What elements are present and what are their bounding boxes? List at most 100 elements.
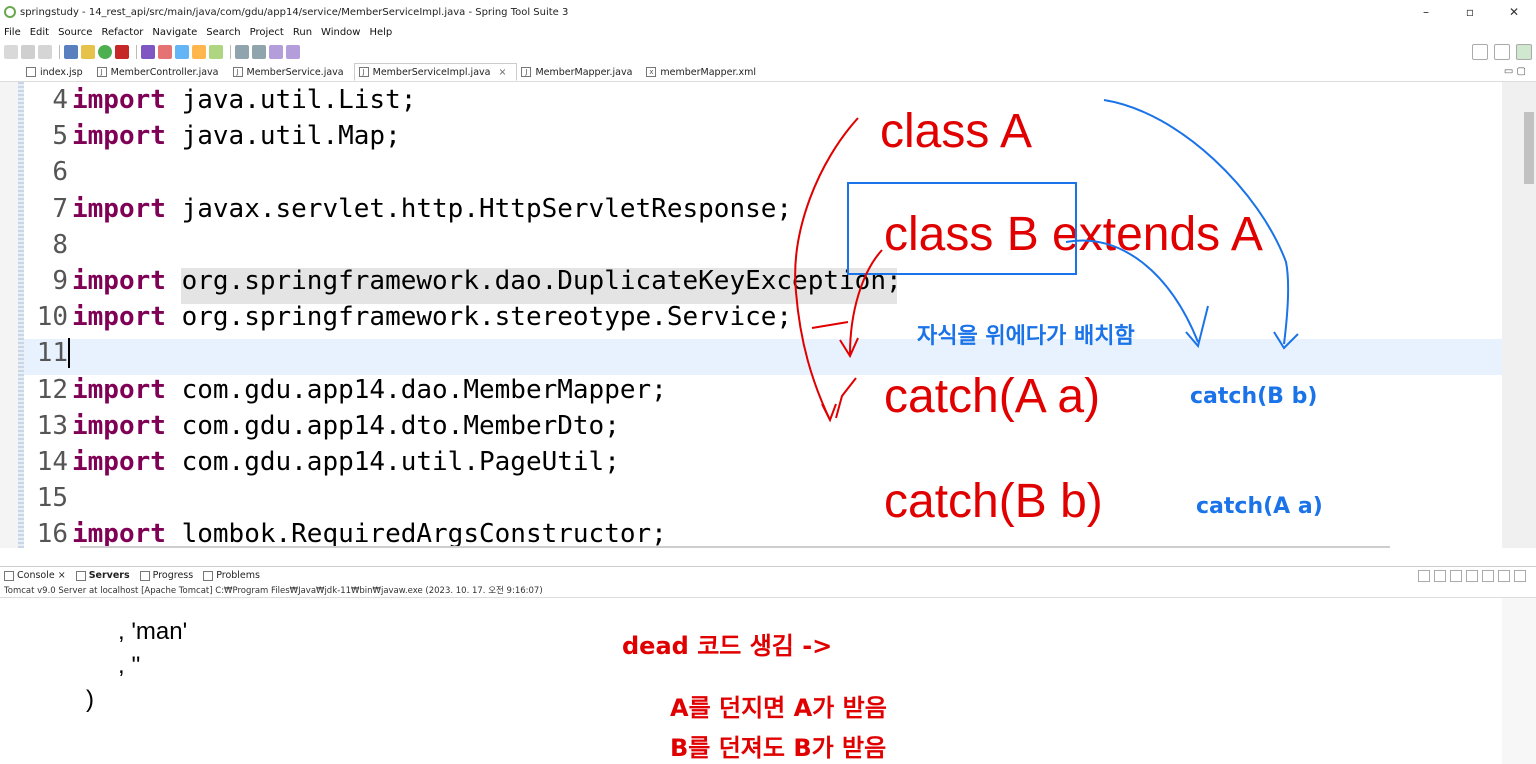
forward-icon[interactable]	[286, 45, 300, 59]
menu-run[interactable]: Run	[293, 27, 312, 38]
new-java-project-icon[interactable]	[141, 45, 155, 59]
tab-member-service-impl[interactable]: J MemberServiceImpl.java ×	[353, 63, 518, 81]
stop-icon[interactable]	[115, 45, 129, 59]
editor-vertical-scrollbar[interactable]	[1502, 82, 1536, 548]
red-arrowhead	[839, 337, 859, 359]
menu-file[interactable]: File	[4, 27, 21, 38]
remove-launch-icon[interactable]	[1434, 570, 1446, 582]
annotation-throw-b: B를 던져도 B가 받음	[670, 734, 887, 762]
tab-label: Console	[17, 570, 55, 581]
menu-edit[interactable]: Edit	[30, 27, 49, 38]
close-tab-icon[interactable]: ×	[498, 67, 506, 78]
blue-arrow-class-a-to-catch-a	[1103, 99, 1290, 345]
new-package-icon[interactable]	[158, 45, 172, 59]
window-title: springstudy - 14_rest_api/src/main/java/…	[20, 6, 569, 18]
next-annotation-icon[interactable]	[235, 45, 249, 59]
toolbar-separator	[59, 45, 60, 59]
tab-index-jsp[interactable]: index.jsp	[22, 63, 93, 81]
editor-tab-bar: index.jsp J MemberController.java J Memb…	[0, 63, 1536, 82]
editor-minimize-maximize[interactable]: ▭ ▢	[1504, 66, 1526, 77]
jsp-file-icon	[26, 67, 36, 77]
red-arrowhead	[821, 403, 837, 423]
minimize-button[interactable]: –	[1404, 0, 1448, 24]
console-line: )	[86, 686, 94, 713]
debug-icon[interactable]	[81, 45, 95, 59]
close-button[interactable]: ✕	[1492, 0, 1536, 24]
red-stroke	[835, 377, 857, 419]
scroll-lock-icon[interactable]	[1466, 570, 1478, 582]
tab-member-mapper-xml[interactable]: x memberMapper.xml	[642, 63, 766, 81]
blue-highlight-box	[847, 182, 1077, 275]
close-tab-icon[interactable]: ×	[58, 570, 66, 581]
blue-arrow-class-b-to-catch-b	[1065, 239, 1199, 343]
red-arrow-class-b	[849, 249, 883, 355]
open-type-icon[interactable]	[192, 45, 206, 59]
java-file-icon: J	[521, 67, 532, 77]
progress-icon	[139, 570, 150, 581]
back-icon[interactable]	[269, 45, 283, 59]
title-bar: springstudy - 14_rest_api/src/main/java/…	[0, 0, 1536, 24]
tab-member-controller[interactable]: J MemberController.java	[93, 63, 229, 81]
menu-project[interactable]: Project	[250, 27, 284, 38]
search-icon[interactable]	[209, 45, 223, 59]
toolbar-separator	[136, 45, 137, 59]
tab-label: MemberService.java	[246, 66, 344, 78]
spring-perspective-icon[interactable]	[1516, 44, 1532, 60]
toolbar-separator	[230, 45, 231, 59]
tab-member-service[interactable]: J MemberService.java	[229, 63, 354, 81]
drawing-overlay	[794, 99, 1299, 423]
open-perspective-icon[interactable]	[1494, 44, 1510, 60]
menu-source[interactable]: Source	[58, 27, 92, 38]
tab-servers[interactable]: Servers	[75, 570, 130, 581]
save-all-icon[interactable]	[38, 45, 52, 59]
console-vertical-scrollbar[interactable]	[1502, 598, 1536, 764]
save-icon[interactable]	[21, 45, 35, 59]
tab-label: Progress	[152, 570, 194, 581]
problems-icon	[203, 570, 214, 581]
menu-help[interactable]: Help	[369, 27, 392, 38]
console-line: , ''	[118, 652, 141, 679]
search-icon[interactable]	[1472, 44, 1488, 60]
console-process-label: Tomcat v9.0 Server at localhost [Apache …	[0, 584, 1536, 598]
tab-member-mapper[interactable]: J MemberMapper.java	[517, 63, 642, 81]
scroll-thumb[interactable]	[1524, 112, 1534, 184]
clear-console-icon[interactable]	[1450, 570, 1462, 582]
tab-label: memberMapper.xml	[660, 66, 757, 78]
java-file-icon: J	[232, 67, 243, 77]
main-toolbar	[0, 40, 1536, 64]
spring-tool-suite-window: springstudy - 14_rest_api/src/main/java/…	[0, 0, 1536, 764]
perspective-switcher	[1472, 44, 1532, 60]
new-icon[interactable]	[4, 45, 18, 59]
view-menu-icon[interactable]	[1514, 570, 1526, 582]
sts-logo-icon	[4, 6, 16, 18]
tab-label: Servers	[88, 570, 130, 581]
java-file-icon: J	[96, 67, 107, 77]
terminate-icon[interactable]	[1418, 570, 1430, 582]
code-editor[interactable]: 4 import java.util.List; 5 import java.util…	[0, 82, 1536, 548]
previous-annotation-icon[interactable]	[252, 45, 266, 59]
editor-horizontal-scrollbar[interactable]	[80, 546, 1390, 548]
tab-label: MemberServiceImpl.java	[372, 66, 491, 78]
window-controls: – ▫ ✕	[1404, 0, 1536, 24]
new-class-icon[interactable]	[175, 45, 189, 59]
menu-navigate[interactable]: Navigate	[152, 27, 197, 38]
menu-window[interactable]: Window	[321, 27, 360, 38]
tab-progress[interactable]: Progress	[139, 570, 194, 581]
annotation-throw-a: A를 던지면 A가 받음	[670, 694, 887, 722]
console-icon[interactable]	[64, 45, 78, 59]
console-icon	[4, 570, 14, 581]
console-line: , 'man'	[118, 618, 188, 645]
display-console-icon[interactable]	[1498, 570, 1510, 582]
annotation-dead-code: dead 코드 생김 ->	[622, 632, 833, 660]
tab-console[interactable]: Console ×	[4, 570, 66, 581]
pin-console-icon[interactable]	[1482, 570, 1494, 582]
maximize-button[interactable]: ▫	[1448, 0, 1492, 24]
menu-refactor[interactable]: Refactor	[101, 27, 143, 38]
tab-problems[interactable]: Problems	[203, 570, 260, 581]
console-output[interactable]: , 'man' , '' ) dead 코드 생김 -> A를 던지면 A가 받…	[0, 598, 1536, 764]
console-toolbar	[1418, 570, 1526, 582]
tab-label: MemberController.java	[110, 66, 219, 78]
run-icon[interactable]	[98, 45, 112, 59]
red-stroke	[811, 321, 849, 329]
menu-search[interactable]: Search	[206, 27, 240, 38]
